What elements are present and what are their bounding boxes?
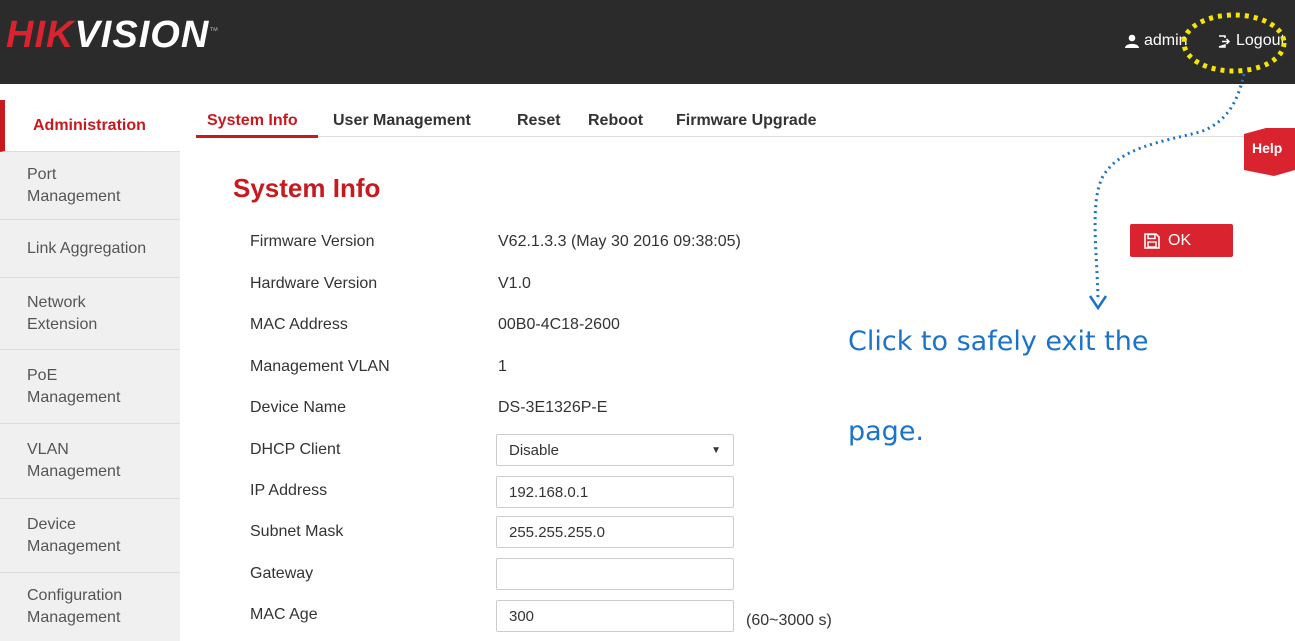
annotation-text: Click to safely exit the page. xyxy=(848,322,1228,447)
sidebar-item-network-extension[interactable]: Network Extension xyxy=(0,278,180,350)
annotation-line-1: Click to safely exit the xyxy=(848,326,1149,357)
mac-age-input[interactable]: 300 xyxy=(496,600,734,632)
sidebar-item-configuration-management[interactable]: Configuration Management xyxy=(0,573,180,641)
hikvision-logo: HIKVISION™ xyxy=(6,14,220,56)
dhcp-client-value: Disable xyxy=(509,441,560,459)
mac-age-label: MAC Age xyxy=(250,606,318,623)
dhcp-client-select[interactable]: Disable ▼ xyxy=(496,434,734,466)
sidebar-item-label: Port Management xyxy=(27,165,121,205)
sidebar-item-poe-management[interactable]: PoE Management xyxy=(0,350,180,424)
sidebar-item-administration[interactable]: Administration xyxy=(0,100,180,152)
sidebar-item-link-aggregation[interactable]: Link Aggregation xyxy=(0,220,180,278)
sidebar: Administration Port Management Link Aggre… xyxy=(0,100,180,641)
page-title: System Info xyxy=(233,173,381,203)
subnet-mask-input[interactable]: 255.255.255.0 xyxy=(496,516,734,548)
ok-button[interactable]: OK xyxy=(1130,224,1233,257)
logout-icon xyxy=(1218,34,1231,48)
firmware-version-label: Firmware Version xyxy=(250,233,375,250)
sidebar-item-vlan-management[interactable]: VLAN Management xyxy=(0,424,180,499)
sidebar-item-label: Link Aggregation xyxy=(27,239,147,257)
tab-firmware-upgrade[interactable]: Firmware Upgrade xyxy=(676,112,816,130)
dhcp-client-label: DHCP Client xyxy=(250,441,341,458)
tab-user-management[interactable]: User Management xyxy=(333,112,471,130)
logout-label: Logout xyxy=(1236,32,1285,49)
tab-reset[interactable]: Reset xyxy=(517,112,561,130)
user-account[interactable]: admin xyxy=(1125,32,1188,50)
sidebar-item-label: PoE Management xyxy=(27,366,121,406)
sidebar-item-label: VLAN Management xyxy=(27,441,121,480)
sidebar-item-device-management[interactable]: Device Management xyxy=(0,499,180,573)
firmware-version-value: V62.1.3.3 (May 30 2016 09:38:05) xyxy=(498,233,741,250)
ip-address-label: IP Address xyxy=(250,482,328,499)
sidebar-item-port-management[interactable]: Port Management xyxy=(0,152,180,220)
logout-button[interactable]: Logout xyxy=(1218,32,1285,50)
gateway-label: Gateway xyxy=(250,565,314,582)
management-vlan-label: Management VLAN xyxy=(250,358,390,375)
username-label: admin xyxy=(1144,32,1188,49)
mac-address-value: 00B0-4C18-2600 xyxy=(498,316,620,333)
help-label[interactable]: Help xyxy=(1252,140,1282,156)
subnet-mask-label: Subnet Mask xyxy=(250,523,344,540)
mac-address-label: MAC Address xyxy=(250,316,348,333)
dropdown-arrow-icon: ▼ xyxy=(711,444,721,456)
annotation-arrow-line xyxy=(1093,73,1246,301)
device-name-label: Device Name xyxy=(250,399,347,416)
sidebar-item-label: Configuration Management xyxy=(27,587,123,626)
hardware-version-value: V1.0 xyxy=(498,275,531,292)
tab-reboot[interactable]: Reboot xyxy=(588,112,643,130)
ip-address-input[interactable]: 192.168.0.1 xyxy=(496,476,734,508)
user-icon xyxy=(1125,34,1139,48)
save-icon xyxy=(1144,232,1160,249)
sidebar-item-label: Administration xyxy=(33,116,146,134)
management-vlan-value: 1 xyxy=(498,358,507,375)
tab-divider xyxy=(318,136,1295,137)
sidebar-item-label: Device Management xyxy=(27,515,121,555)
device-name-value: DS-3E1326P-E xyxy=(498,399,608,416)
hardware-version-label: Hardware Version xyxy=(250,275,378,292)
top-bar: HIKVISION™ admin Logout xyxy=(0,0,1295,84)
sidebar-item-label: Network Extension xyxy=(27,293,98,333)
active-tab-indicator xyxy=(196,135,318,138)
mac-age-range-hint: (60~3000 s) xyxy=(746,612,832,629)
annotation-line-2: page. xyxy=(848,416,925,447)
ok-label: OK xyxy=(1168,231,1192,249)
annotation-arrowhead-icon xyxy=(1088,295,1108,311)
tab-system-info[interactable]: System Info xyxy=(207,112,298,130)
gateway-input[interactable] xyxy=(496,558,734,590)
